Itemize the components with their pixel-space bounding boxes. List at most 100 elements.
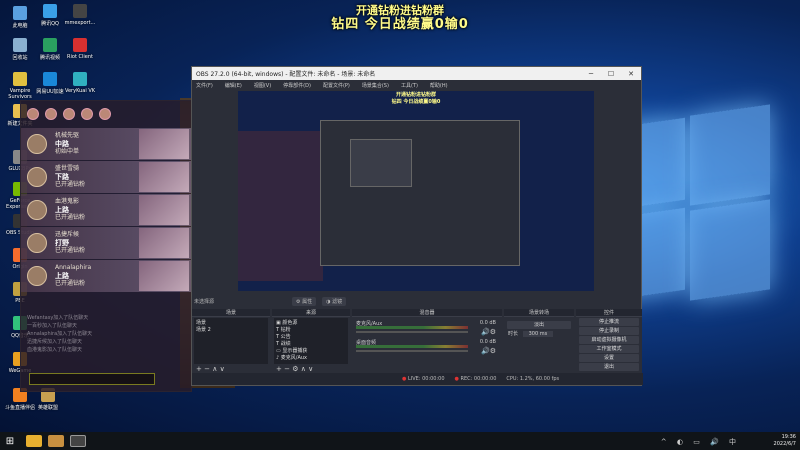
desktop-icon[interactable]: Riot Client [62, 38, 98, 60]
sources-header: 来源 [272, 309, 350, 317]
duration-input[interactable]: 300 ms [522, 331, 554, 337]
volume-slider[interactable] [356, 350, 468, 352]
speaker-icon[interactable]: 🔊⚙ [481, 347, 496, 355]
add-icon[interactable]: + [276, 365, 282, 373]
remove-icon[interactable]: − [284, 365, 290, 373]
chat-line: 一百秒加入了队伍聊天 [27, 323, 78, 329]
desktop-icon-label: VeryKuai VK [64, 88, 96, 94]
menu-profile[interactable]: 配置文件(P) [323, 82, 350, 89]
transition-select[interactable]: 淡出 [507, 321, 571, 329]
scenes-toolbar: + − ∧ ∨ [192, 365, 270, 373]
close-icon[interactable]: ✕ [621, 70, 641, 78]
obs-status-bar: ● LIVE: 00:00:00 ● REC: 00:00:00 CPU: 1.… [192, 373, 643, 385]
filters-button[interactable]: ◑ 滤镜 [322, 296, 347, 306]
hero-icon [27, 108, 39, 120]
stop-streaming-button[interactable]: 停止推流 [579, 318, 639, 326]
source-item[interactable]: T 钻粉 [276, 327, 346, 334]
stop-recording-button[interactable]: 停止录制 [579, 327, 639, 335]
scene-item[interactable]: 场景 [196, 320, 266, 327]
stream-overlay-line2: 钻四 今日战绩赢0输0 [331, 17, 469, 32]
menu-scene-collection[interactable]: 场景集合(S) [362, 82, 389, 89]
menu-edit[interactable]: 编辑(E) [225, 82, 242, 89]
source-label: 钻粉 [280, 327, 291, 333]
menu-tools[interactable]: 工具(T) [401, 82, 418, 89]
menu-view[interactable]: 视图(V) [254, 82, 271, 89]
source-label: 颜色源 [282, 320, 298, 326]
add-icon[interactable]: + [196, 365, 202, 373]
clock[interactable]: 19:36 2022/6/7 [774, 434, 796, 448]
scenes-header: 场景 [192, 309, 270, 317]
menu-help[interactable]: 帮助(H) [430, 82, 448, 89]
controls-header: 控件 [576, 309, 642, 317]
preview-overlay-line2: 钻四 今日战绩赢0输0 [391, 99, 441, 105]
player-role: 打野 [55, 239, 69, 247]
preview-team-panel [238, 131, 323, 281]
player-row[interactable]: 血港鬼影 上路 已开通钻粉 [21, 194, 191, 226]
player-role: 上路 [55, 272, 69, 280]
app-icon [43, 4, 57, 18]
sources-dock: 来源 ▣ 颜色源 T 钻粉 T 公告 T 战绩 ▭ 显示器捕获 ♪ 麦克风/Au… [272, 309, 350, 375]
player-note: 已开通钻粉 [55, 181, 86, 188]
player-row[interactable]: 盛世雪骑 下路 已开通钻粉 [21, 161, 191, 193]
chat-line: Wefantasy加入了队伍聊天 [27, 315, 89, 321]
volume-slider[interactable] [356, 331, 468, 333]
up-icon[interactable]: ∧ [212, 365, 217, 373]
down-icon[interactable]: ∨ [220, 365, 225, 373]
player-row[interactable]: 迅捷斥候 打野 已开通钻粉 [21, 227, 191, 259]
player-row[interactable]: 机械先驱 中路 初始中单 [21, 128, 191, 160]
clock-date: 2022/6/7 [773, 441, 796, 447]
up-icon[interactable]: ∧ [301, 365, 306, 373]
team-chat-log: Wefantasy加入了队伍聊天 一百秒加入了队伍聊天 Annalaphira加… [21, 310, 191, 358]
banned-heroes-row [21, 101, 191, 127]
studio-mode-button[interactable]: 工作室模式 [579, 345, 639, 353]
source-item[interactable]: ♪ 麦克风/Aux [276, 355, 346, 362]
obs-preview[interactable]: 开通钻粉进钻粉群 钻四 今日战绩赢0输0 [238, 91, 594, 291]
lol-taskbar-icon[interactable] [48, 435, 64, 447]
player-info: 盛世雪骑 下路 已开通钻粉 [55, 165, 85, 189]
speaker-icon[interactable]: 🔊⚙ [481, 328, 496, 336]
app-icon [73, 4, 87, 18]
menu-docks[interactable]: 停靠部件(D) [283, 82, 311, 89]
mixer-header: 混音器 [352, 309, 502, 317]
desktop-icon-label: mmexport... [64, 20, 96, 26]
app-icon [13, 72, 27, 86]
source-item[interactable]: T 公告 [276, 334, 346, 341]
clock-time: 19:36 [781, 434, 796, 440]
menu-file[interactable]: 文件(F) [196, 82, 213, 89]
remove-icon[interactable]: − [204, 365, 210, 373]
hero-icon [99, 108, 111, 120]
properties-button[interactable]: ⚙ 属性 [292, 296, 317, 306]
player-info: 血港鬼影 上路 已开通钻粉 [55, 198, 85, 222]
maximize-icon[interactable]: ☐ [601, 70, 621, 78]
system-tray[interactable]: ^ ◐ ▭ 🔊 中 [661, 437, 740, 447]
sources-toolbar: + − ⚙ ∧ ∨ [272, 365, 350, 373]
down-icon[interactable]: ∨ [308, 365, 313, 373]
desktop-icon[interactable]: VeryKuai VK [62, 72, 98, 94]
source-item[interactable]: ▣ 颜色源 [276, 320, 346, 327]
chat-line: 血港鬼影加入了队伍聊天 [27, 347, 83, 353]
source-item[interactable]: ▭ 显示器捕获 [276, 348, 346, 355]
scene-item[interactable]: 场景 2 [196, 327, 266, 334]
rec-time: REC: 00:00:00 [460, 376, 497, 382]
start-button[interactable]: ⊞ [0, 436, 20, 447]
avatar [27, 134, 47, 154]
obs-taskbar-icon[interactable] [70, 435, 86, 447]
source-item[interactable]: T 战绩 [276, 341, 346, 348]
player-row[interactable]: Annalaphira 上路 已开通钻粉 [21, 260, 191, 292]
exit-button[interactable]: 退出 [579, 363, 639, 371]
source-toolbar: 未选择源 ⚙ 属性 ◑ 滤镜 [192, 295, 643, 307]
virtual-camera-button[interactable]: 启动虚拟摄像机 [579, 336, 639, 344]
scenes-dock: 场景 场景 场景 2 + − ∧ ∨ [192, 309, 270, 375]
desktop-icon[interactable]: mmexport... [62, 4, 98, 26]
chrome-taskbar-icon[interactable] [26, 435, 42, 447]
source-label: 麦克风/Aux [280, 355, 308, 361]
source-label: 战绩 [280, 341, 291, 347]
player-role: 上路 [55, 206, 69, 214]
minimize-icon[interactable]: ─ [581, 70, 601, 78]
transitions-dock: 场景转场 淡出 时长 300 ms [504, 309, 574, 375]
taskbar: ⊞ ^ ◐ ▭ 🔊 中 19:36 2022/6/7 [0, 432, 800, 450]
chat-input[interactable] [29, 373, 155, 385]
duration-row: 时长 300 ms [504, 330, 574, 337]
settings-button[interactable]: 设置 [579, 354, 639, 362]
gear-icon[interactable]: ⚙ [292, 365, 298, 373]
